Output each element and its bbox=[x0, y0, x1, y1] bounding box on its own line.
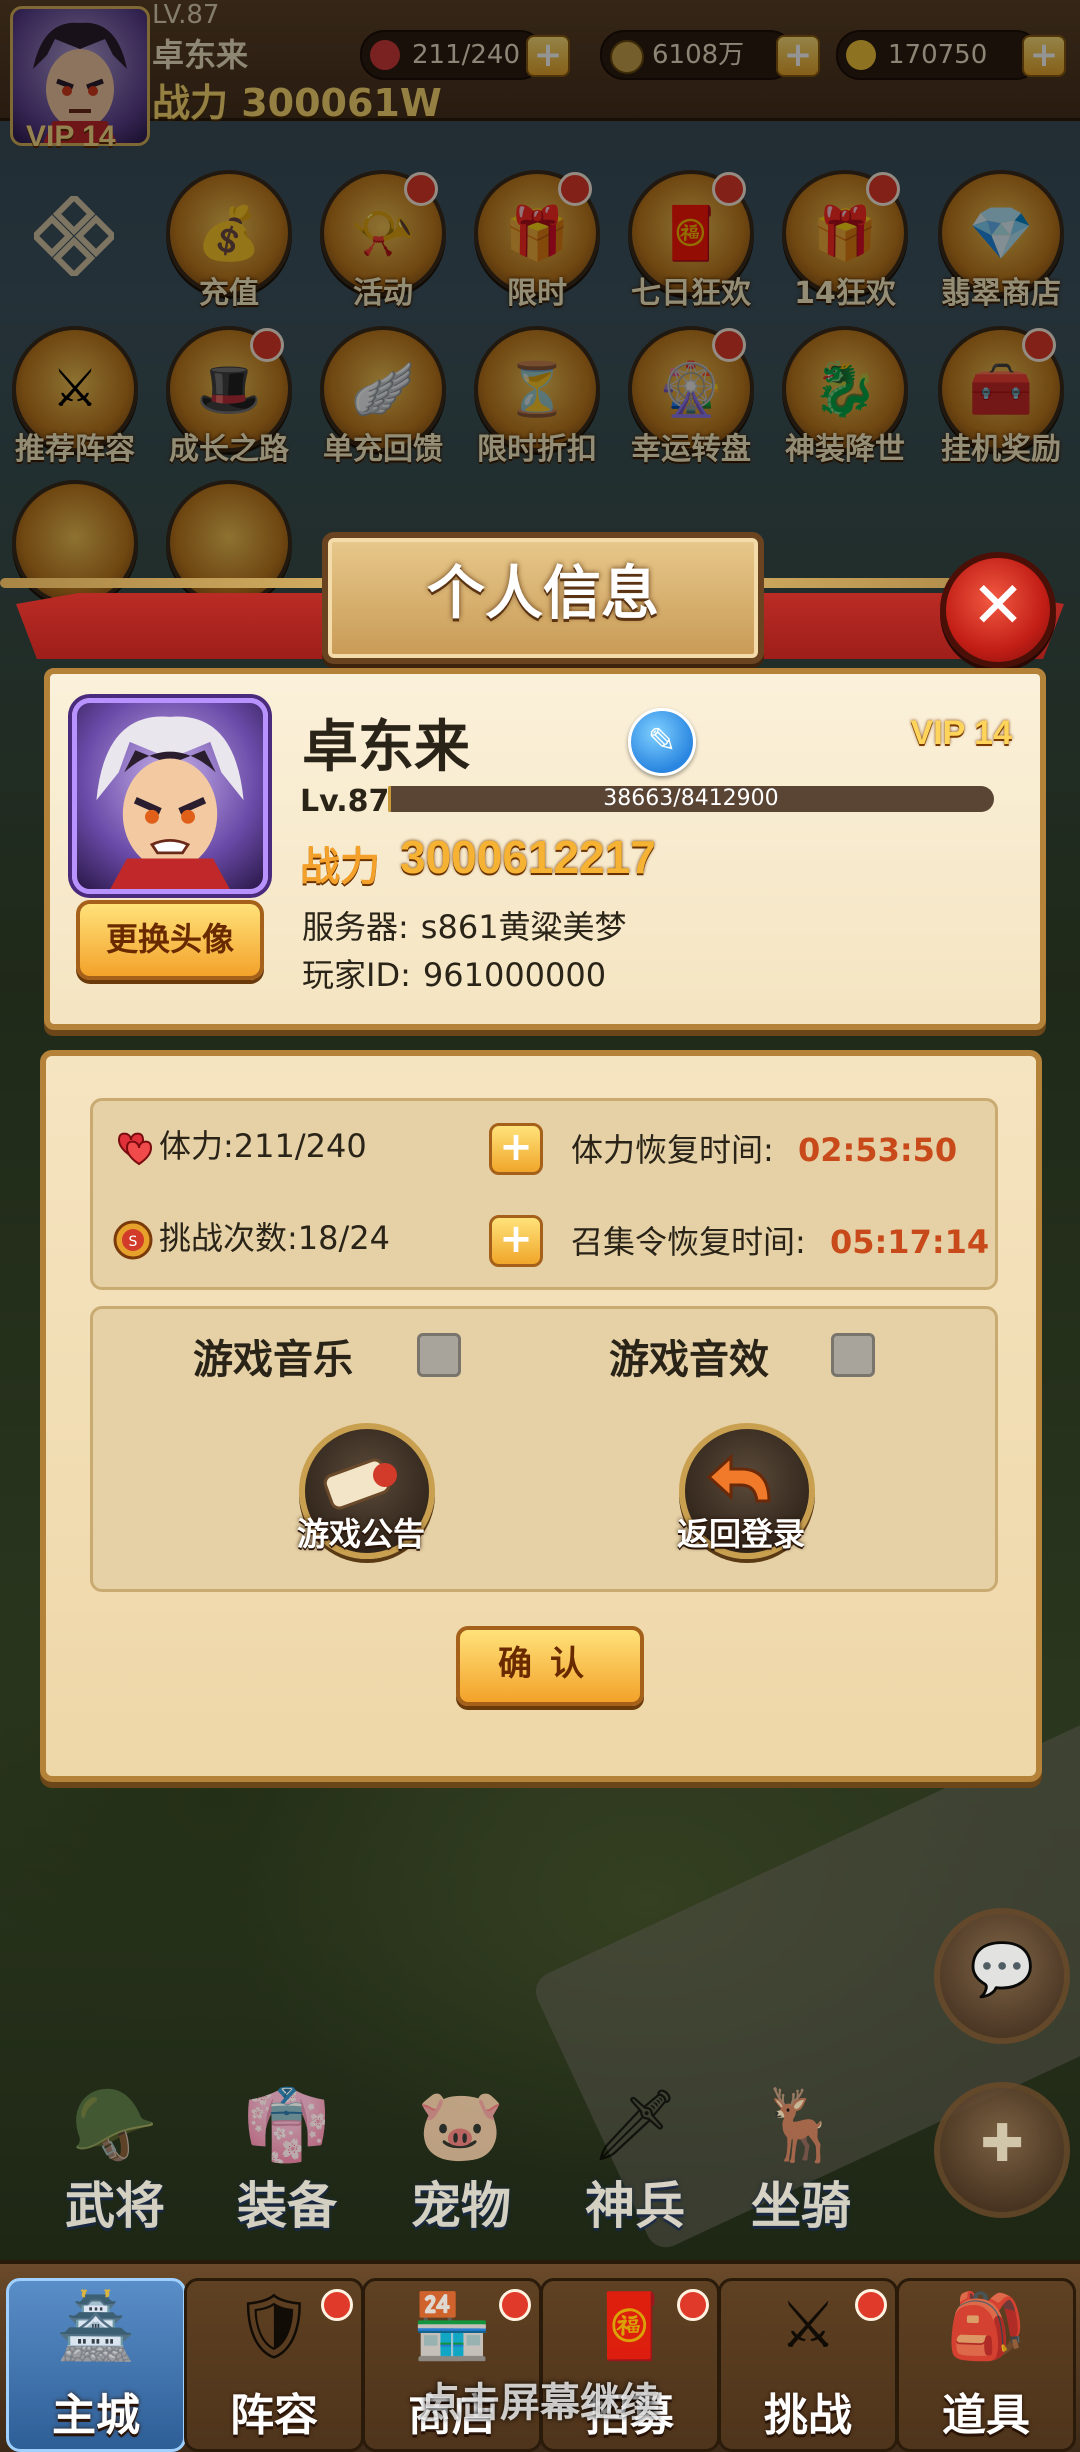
general-helmet-icon: 🪖 bbox=[71, 2084, 159, 2166]
stamina-recover-label: 体力恢复时间: bbox=[571, 1131, 774, 1169]
player-id-value: 961000000 bbox=[422, 956, 607, 994]
mount-icon: 🦌 bbox=[757, 2084, 845, 2166]
profile-card: 更换头像 卓东来 ✎ VIP 14 Lv.87 38663/8412900 战力… bbox=[44, 668, 1046, 1030]
feature-label: 装备 bbox=[237, 2177, 337, 2235]
chat-bubble-icon: 💬 bbox=[969, 1940, 1035, 2000]
stats-panel: 体力:211/240 + 体力恢复时间: 02:53:50 S 挑战次数:18/… bbox=[90, 1098, 998, 1290]
player-level: Lv.87 bbox=[300, 784, 390, 819]
vip-level: VIP 14 bbox=[910, 714, 1012, 752]
experience-bar: 38663/8412900 bbox=[388, 786, 994, 812]
feature-label: 宠物 bbox=[411, 2177, 511, 2235]
challenge-value: 18/24 bbox=[297, 1219, 391, 1257]
weapon-icon: 🗡 bbox=[590, 2084, 680, 2166]
hero-portrait-icon bbox=[96, 716, 244, 889]
power-value: 3000612217 bbox=[400, 831, 656, 883]
edit-name-button[interactable]: ✎ bbox=[628, 708, 696, 776]
player-id-info: 玩家ID: 961000000 bbox=[302, 950, 606, 996]
feature-mount-button[interactable]: 🦌 坐骑 bbox=[726, 2070, 876, 2235]
item-bag-icon: 🎒 bbox=[946, 2290, 1026, 2364]
player-avatar[interactable] bbox=[72, 698, 268, 894]
stamina-recover-time: 02:53:50 bbox=[797, 1131, 958, 1169]
challenge-token-icon: S bbox=[113, 1220, 153, 1260]
stamina-hearts-icon bbox=[117, 1132, 153, 1166]
modal-title-plate: 个人信息 bbox=[322, 532, 764, 664]
notification-dot bbox=[499, 2289, 531, 2321]
player-id-label: 玩家ID: bbox=[302, 956, 411, 994]
close-button[interactable]: ✕ bbox=[940, 552, 1056, 668]
tap-to-continue-hint: 点击屏幕继续 bbox=[420, 2380, 660, 2426]
challenge-label: 挑战次数: bbox=[159, 1219, 298, 1257]
feature-label: 坐骑 bbox=[751, 2177, 851, 2235]
return-login-label: 返回登录 bbox=[676, 1515, 805, 1553]
experience-text: 38663/8412900 bbox=[603, 786, 779, 811]
feature-general-helmet-button[interactable]: 🪖 武将 bbox=[40, 2070, 190, 2235]
server-info: 服务器: s861黄粱美梦 bbox=[302, 902, 627, 948]
stamina-value: 211/240 bbox=[233, 1127, 367, 1165]
player-name: 卓东来 bbox=[302, 715, 470, 780]
summon-recover-stat: 召集令恢复时间: 05:17:14 bbox=[571, 1217, 989, 1263]
stamina-label: 体力: bbox=[159, 1127, 234, 1165]
game-notice-label: 游戏公告 bbox=[296, 1515, 425, 1553]
pet-icon: 🐷 bbox=[417, 2084, 505, 2166]
modal-title: 个人信息 bbox=[426, 559, 659, 627]
power-label: 战力 bbox=[300, 844, 380, 890]
stamina-stat: 体力:211/240 bbox=[111, 1121, 367, 1170]
feature-armor-button[interactable]: 👘 装备 bbox=[212, 2070, 362, 2235]
music-label: 游戏音乐 bbox=[193, 1337, 353, 1383]
music-checkbox[interactable] bbox=[417, 1333, 461, 1377]
pencil-icon: ✎ bbox=[647, 721, 677, 761]
summon-recover-time: 05:17:14 bbox=[829, 1223, 990, 1261]
feature-weapon-button[interactable]: 🗡 神兵 bbox=[560, 2070, 710, 2235]
city-gate-icon: 🏯 bbox=[56, 2290, 136, 2364]
add-stamina-button[interactable]: + bbox=[489, 1123, 543, 1175]
summon-recover-label: 召集令恢复时间: bbox=[571, 1223, 806, 1261]
change-avatar-button[interactable]: 更换头像 bbox=[76, 900, 264, 980]
svg-text:S: S bbox=[129, 1234, 138, 1250]
add-challenge-button[interactable]: + bbox=[489, 1215, 543, 1267]
notification-dot bbox=[677, 2289, 709, 2321]
armor-icon: 👘 bbox=[243, 2084, 331, 2166]
notification-dot bbox=[855, 2289, 887, 2321]
settings-panel: 游戏音乐 游戏音效 游戏公告 返回登录 bbox=[90, 1306, 998, 1592]
sfx-label: 游戏音效 bbox=[609, 1337, 769, 1383]
expand-menu-button[interactable]: ✚ bbox=[934, 2082, 1070, 2218]
confirm-button[interactable]: 确认 bbox=[456, 1626, 644, 1706]
notification-dot bbox=[321, 2289, 353, 2321]
sfx-checkbox[interactable] bbox=[831, 1333, 875, 1377]
server-value: s861黄粱美梦 bbox=[420, 908, 627, 946]
feature-label: 武将 bbox=[65, 2177, 165, 2235]
chat-button[interactable]: 💬 bbox=[934, 1908, 1070, 2044]
stamina-recover-stat: 体力恢复时间: 02:53:50 bbox=[571, 1125, 957, 1171]
feature-pet-button[interactable]: 🐷 宠物 bbox=[386, 2070, 536, 2235]
settings-card: 体力:211/240 + 体力恢复时间: 02:53:50 S 挑战次数:18/… bbox=[40, 1050, 1042, 1782]
plus-icon: ✚ bbox=[980, 2114, 1024, 2174]
challenge-stat: S 挑战次数:18/24 bbox=[111, 1213, 390, 1262]
feature-label: 神兵 bbox=[585, 2177, 685, 2235]
server-label: 服务器: bbox=[302, 908, 409, 946]
